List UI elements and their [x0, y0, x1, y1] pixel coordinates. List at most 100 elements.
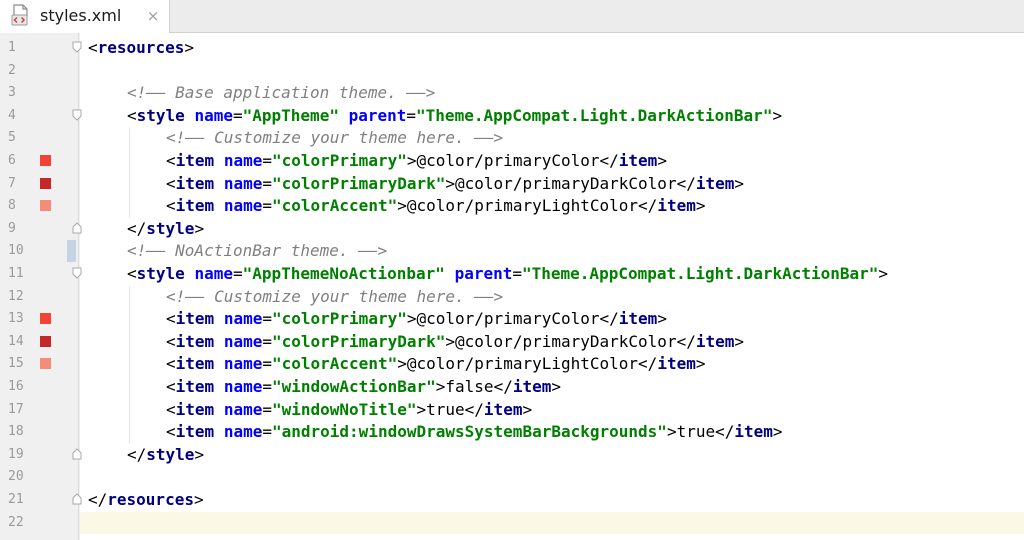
change-marker[interactable] — [67, 240, 76, 263]
code-line[interactable]: 14 <item name="colorPrimaryDark">@color/p… — [0, 331, 1024, 354]
code-text: </style> — [127, 219, 204, 239]
fold-open-icon[interactable] — [72, 267, 82, 279]
code-line[interactable]: 8 <item name="colorAccent">@color/primary… — [0, 195, 1024, 218]
code-line[interactable]: 1 <resources> — [0, 37, 1024, 60]
token-attr: name — [194, 264, 233, 283]
token-punct: > — [522, 399, 533, 419]
token-text: @color/primaryDarkColor — [455, 331, 677, 351]
fold-open-icon[interactable] — [72, 41, 82, 53]
token-tag: style — [136, 105, 185, 125]
code-line[interactable]: 19 </style> — [0, 444, 1024, 467]
code-line[interactable]: 4 <style name="AppTheme" parent="Theme.Ap… — [0, 105, 1024, 128]
code-line[interactable]: 20 — [0, 466, 1024, 489]
token-tag: item — [175, 331, 215, 351]
fold-close-icon[interactable] — [72, 448, 82, 460]
token-tag: item — [175, 173, 215, 193]
token-attr: name — [223, 173, 263, 193]
token-punct: > — [772, 105, 783, 125]
color-swatch-icon[interactable] — [40, 335, 51, 347]
token-punct: </ — [493, 377, 513, 396]
code-line[interactable]: 3 <!—— Base application theme. ——> — [0, 82, 1024, 105]
color-swatch-icon[interactable] — [40, 358, 51, 370]
token-attr: name — [223, 196, 263, 216]
code-line[interactable]: 7 <item name="colorPrimaryDark">@color/pr… — [0, 173, 1024, 196]
code-text: <item name="windowNoTitle">true</item> — [166, 400, 532, 420]
token-text: @color/primaryLightColor — [406, 196, 639, 216]
code-line[interactable]: 9 </style> — [0, 218, 1024, 241]
line-number: 5 — [8, 130, 16, 146]
token-attr: name — [223, 377, 263, 396]
token-attr: name — [223, 422, 263, 442]
token-tag: item — [512, 377, 552, 396]
token-val: "colorPrimary" — [271, 309, 407, 329]
fold-close-icon[interactable] — [72, 222, 82, 234]
fold-close-icon[interactable] — [72, 493, 82, 505]
color-swatch-icon[interactable] — [40, 177, 51, 189]
code-line[interactable]: 21 </resources> — [0, 489, 1024, 512]
code-line[interactable]: 5 <!—— Customize your theme here. ——> — [0, 127, 1024, 150]
token-punct: = — [262, 151, 272, 170]
token-tag: item — [175, 422, 215, 442]
token-val: "AppTheme" — [242, 105, 339, 125]
token-attr: name — [223, 151, 263, 170]
token-attr: parent — [454, 264, 513, 283]
line-number: 16 — [8, 379, 24, 394]
fold-open-icon[interactable] — [72, 109, 82, 121]
code-text: <resources> — [88, 38, 194, 58]
token-punct: = — [406, 105, 417, 125]
token-tag: item — [175, 354, 215, 374]
code-line[interactable]: 12 <!—— Customize your theme here. ——> — [0, 286, 1024, 309]
token-val: "windowActionBar" — [271, 377, 436, 396]
close-tab-icon[interactable]: × — [145, 6, 161, 26]
token-punct: = — [512, 264, 522, 283]
token-text: @color/primaryColor — [416, 309, 600, 329]
code-text: <item name="colorPrimaryDark">@color/pri… — [166, 174, 744, 194]
line-number: 17 — [8, 401, 24, 417]
token-text: true — [426, 399, 465, 419]
code-text: <style name="AppThemeNoActionbar" parent… — [127, 264, 888, 284]
token-punct: </ — [88, 490, 108, 509]
code-line[interactable]: 17 <item name="windowNoTitle">true</item> — [0, 399, 1024, 422]
color-swatch-icon[interactable] — [40, 200, 51, 212]
token-punct: </ — [638, 354, 658, 374]
token-tag: item — [695, 331, 735, 351]
code-text: <!—— NoActionBar theme. ——> — [127, 241, 387, 261]
code-line[interactable]: 18 <item name="android:windowDrawsSystemB… — [0, 421, 1024, 444]
tab-styles-xml[interactable]: styles.xml × — [0, 0, 170, 33]
token-punct: = — [262, 196, 272, 216]
token-punct: </ — [599, 151, 619, 170]
color-swatch-icon[interactable] — [40, 155, 51, 166]
code-line[interactable]: 15 <item name="colorAccent">@color/primar… — [0, 353, 1024, 376]
token-punct: = — [262, 422, 272, 442]
token-attr: name — [194, 105, 233, 125]
token-tag: resources — [107, 490, 194, 509]
code-line[interactable]: 22 — [0, 512, 1024, 535]
code-editor[interactable]: 1 <resources> 2 3 <!—— Base application them… — [0, 33, 1024, 540]
code-line[interactable]: 2 — [0, 60, 1024, 83]
color-swatch-icon[interactable] — [40, 313, 51, 325]
line-number: 12 — [8, 288, 24, 304]
code-line[interactable]: 16 <item name="windowActionBar">false</it… — [0, 376, 1024, 399]
code-line[interactable]: 6 <item name="colorPrimary">@color/primar… — [0, 150, 1024, 173]
token-tag: item — [175, 377, 215, 396]
code-line[interactable]: 13 <item name="colorPrimary">@color/prima… — [0, 308, 1024, 331]
token-punct: </ — [127, 444, 147, 464]
token-punct: = — [262, 377, 272, 396]
token-val: "colorPrimary" — [271, 151, 407, 170]
token-text: @color/primaryLightColor — [406, 354, 639, 374]
token-punct: < — [127, 105, 137, 125]
code-text: <!—— Customize your theme here. ——> — [166, 287, 503, 307]
code-text: <!—— Customize your theme here. ——> — [166, 128, 503, 148]
code-line[interactable]: 10 <!—— NoActionBar theme. ——> — [0, 240, 1024, 263]
token-punct: </ — [464, 399, 484, 419]
token-tag: item — [695, 173, 735, 193]
code-line[interactable]: 11 <style name="AppThemeNoActionbar" pare… — [0, 263, 1024, 286]
token-punct: < — [88, 38, 98, 57]
token-val: "colorPrimaryDark" — [271, 173, 446, 193]
